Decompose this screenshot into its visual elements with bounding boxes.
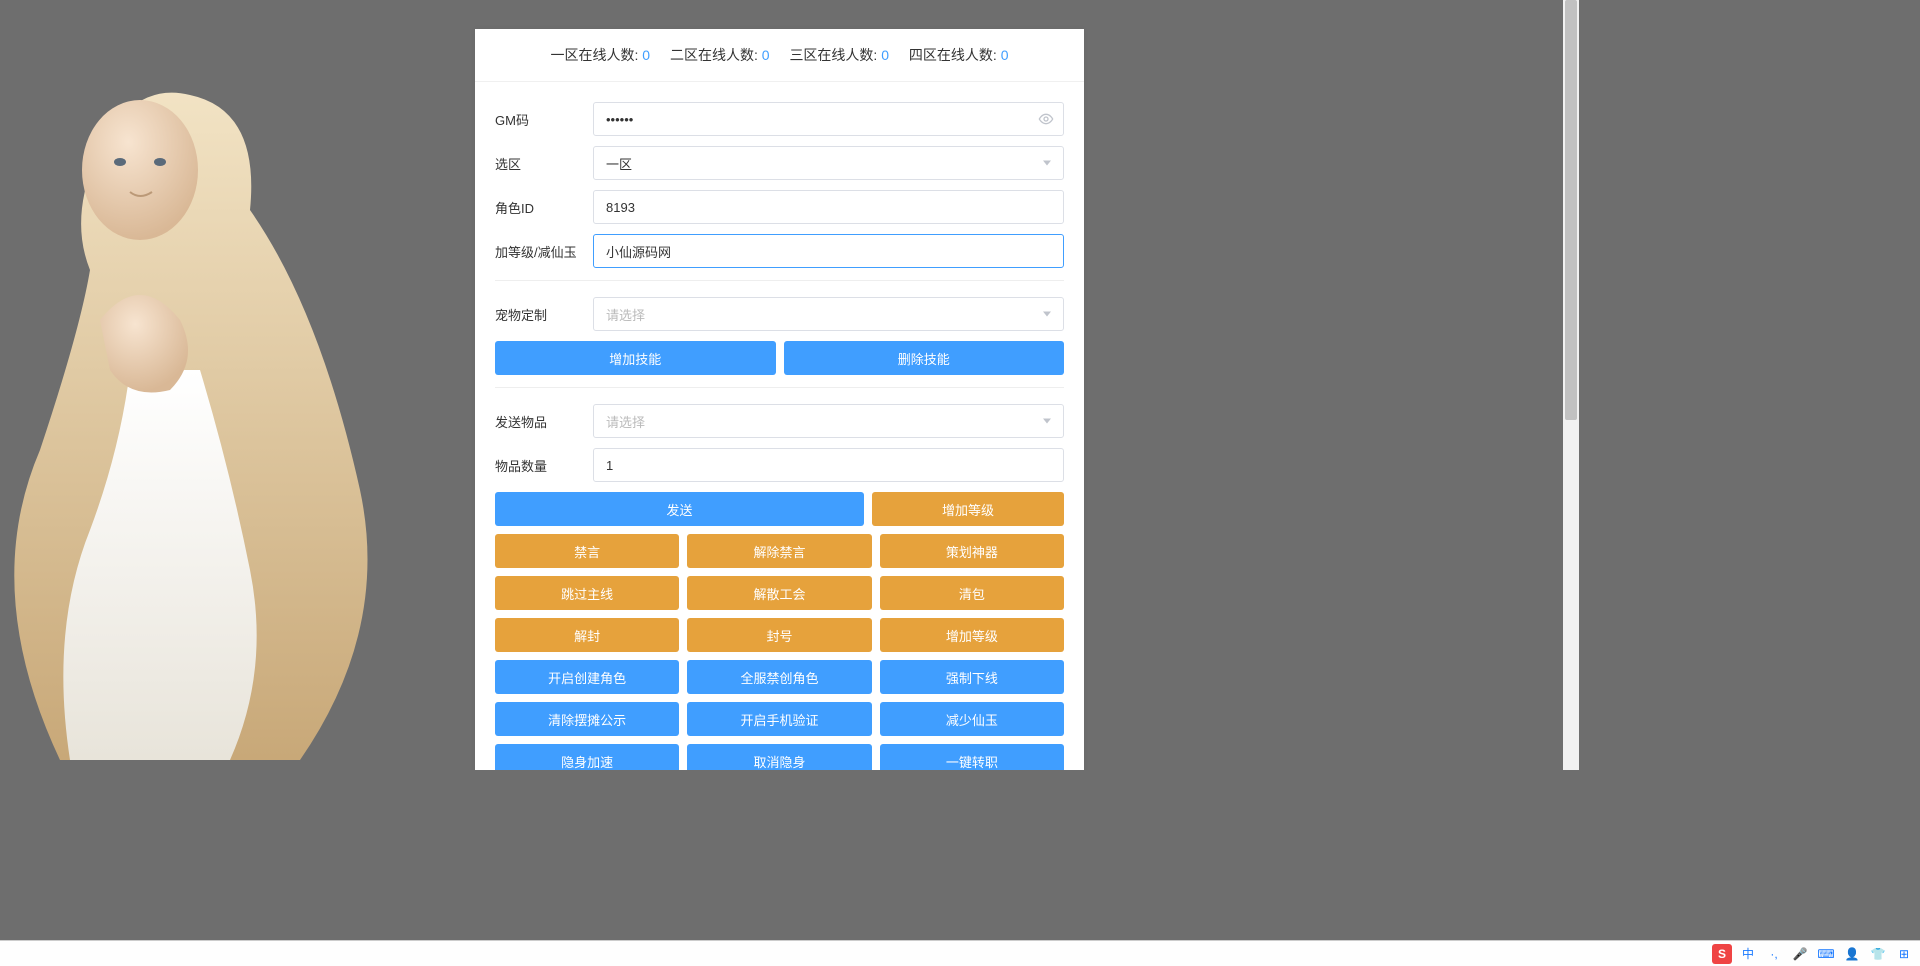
zone4-online: 四区在线人数: 0	[909, 45, 1009, 65]
level-label: 加等级/减仙玉	[495, 242, 593, 261]
ime-punct-icon[interactable]: ·,	[1764, 944, 1784, 964]
skip-main-button[interactable]: 跳过主线	[495, 576, 679, 610]
user-icon[interactable]: 👤	[1842, 944, 1862, 964]
qty-input[interactable]	[593, 448, 1064, 482]
enable-create-role-button[interactable]: 开启创建角色	[495, 660, 679, 694]
force-offline-button[interactable]: 强制下线	[880, 660, 1064, 694]
grid-icon[interactable]: ⊞	[1894, 944, 1914, 964]
one-key-transfer-button[interactable]: 一键转职	[880, 744, 1064, 770]
background-character-image	[0, 70, 390, 760]
clear-bag-button[interactable]: 清包	[880, 576, 1064, 610]
role-id-label: 角色ID	[495, 198, 593, 217]
zone-select[interactable]: 一区	[593, 146, 1064, 180]
role-id-input[interactable]	[593, 190, 1064, 224]
disable-create-role-button[interactable]: 全服禁创角色	[687, 660, 871, 694]
gm-code-label: GM码	[495, 110, 593, 129]
mic-icon[interactable]: 🎤	[1790, 944, 1810, 964]
admin-panel: 一区在线人数: 0 二区在线人数: 0 三区在线人数: 0 四区在线人数: 0 …	[475, 29, 1084, 770]
disband-guild-button[interactable]: 解散工会	[687, 576, 871, 610]
zone2-online: 二区在线人数: 0	[670, 45, 770, 65]
planner-artifact-button[interactable]: 策划神器	[880, 534, 1064, 568]
send-button[interactable]: 发送	[495, 492, 864, 526]
reduce-xianyu-button[interactable]: 减少仙玉	[880, 702, 1064, 736]
stealth-speed-button[interactable]: 隐身加速	[495, 744, 679, 770]
online-status-bar: 一区在线人数: 0 二区在线人数: 0 三区在线人数: 0 四区在线人数: 0	[475, 29, 1084, 82]
pet-select[interactable]: 请选择	[593, 297, 1064, 331]
zone3-online: 三区在线人数: 0	[789, 45, 889, 65]
add-level-button[interactable]: 增加等级	[872, 492, 1064, 526]
send-item-select[interactable]: 请选择	[593, 404, 1064, 438]
add-level2-button[interactable]: 增加等级	[880, 618, 1064, 652]
mute-button[interactable]: 禁言	[495, 534, 679, 568]
ban-button[interactable]: 封号	[687, 618, 871, 652]
divider	[495, 387, 1064, 388]
del-skill-button[interactable]: 删除技能	[784, 341, 1065, 375]
skin-icon[interactable]: 👕	[1868, 944, 1888, 964]
cancel-stealth-button[interactable]: 取消隐身	[687, 744, 871, 770]
gm-code-input[interactable]	[593, 102, 1064, 136]
pet-label: 宠物定制	[495, 305, 593, 324]
ime-sogou-icon[interactable]: S	[1712, 944, 1732, 964]
send-item-label: 发送物品	[495, 412, 593, 431]
qty-label: 物品数量	[495, 456, 593, 475]
divider	[495, 280, 1064, 281]
level-input[interactable]	[593, 234, 1064, 268]
ime-lang-icon[interactable]: 中	[1738, 944, 1758, 964]
taskbar: S 中 ·, 🎤 ⌨ 👤 👕 ⊞	[0, 940, 1920, 966]
unban-button[interactable]: 解封	[495, 618, 679, 652]
scrollbar-thumb[interactable]	[1565, 0, 1577, 420]
add-skill-button[interactable]: 增加技能	[495, 341, 776, 375]
enable-phone-verify-button[interactable]: 开启手机验证	[687, 702, 871, 736]
eye-icon[interactable]	[1038, 111, 1054, 127]
clear-stall-notice-button[interactable]: 清除摆摊公示	[495, 702, 679, 736]
unmute-button[interactable]: 解除禁言	[687, 534, 871, 568]
keyboard-icon[interactable]: ⌨	[1816, 944, 1836, 964]
vertical-scrollbar[interactable]	[1563, 0, 1579, 770]
zone-label: 选区	[495, 154, 593, 173]
zone1-online: 一区在线人数: 0	[551, 45, 651, 65]
